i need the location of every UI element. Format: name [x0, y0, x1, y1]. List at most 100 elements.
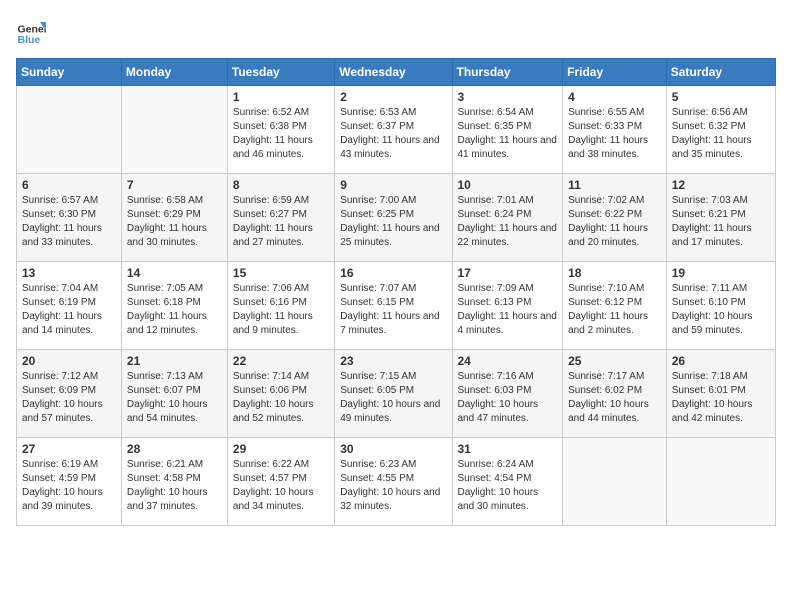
calendar-cell: 23 Sunrise: 7:15 AM Sunset: 6:05 PM Dayli…: [335, 350, 452, 438]
day-info: Sunrise: 7:18 AM Sunset: 6:01 PM Dayligh…: [672, 370, 770, 426]
day-info: Sunrise: 7:13 AM Sunset: 6:07 PM Dayligh…: [127, 370, 222, 426]
day-number: 19: [672, 266, 770, 280]
calendar-cell: 8Sunrise: 6:59 AM Sunset: 6:27 PM Daylig…: [227, 174, 334, 262]
day-number: 6: [22, 178, 116, 192]
day-number: 25: [568, 354, 661, 368]
day-header-saturday: Saturday: [666, 59, 775, 86]
day-info: Sunrise: 7:12 AM Sunset: 6:09 PM Dayligh…: [22, 370, 116, 426]
day-info: Sunrise: 6:57 AM Sunset: 6:30 PM Dayligh…: [22, 194, 116, 250]
calendar-cell: 10 Sunrise: 7:01 AM Sunset: 6:24 PM Dayli…: [452, 174, 563, 262]
day-info: Sunrise: 7:01 AM Sunset: 6:24 PM Dayligh…: [458, 194, 558, 250]
day-number: 21: [127, 354, 222, 368]
day-info: Sunrise: 7:05 AM Sunset: 6:18 PM Dayligh…: [127, 282, 222, 338]
calendar-cell: 24Sunrise: 7:16 AM Sunset: 6:03 PM Dayli…: [452, 350, 563, 438]
calendar-cell: 30 Sunrise: 6:23 AM Sunset: 4:55 PM Dayli…: [335, 438, 452, 526]
calendar-cell: [17, 86, 122, 174]
day-number: 14: [127, 266, 222, 280]
day-info: Sunrise: 6:53 AM Sunset: 6:37 PM Dayligh…: [340, 106, 446, 162]
day-number: 27: [22, 442, 116, 456]
day-header-monday: Monday: [121, 59, 227, 86]
calendar-cell: 31Sunrise: 6:24 AM Sunset: 4:54 PM Dayli…: [452, 438, 563, 526]
calendar-cell: 25Sunrise: 7:17 AM Sunset: 6:02 PM Dayli…: [563, 350, 667, 438]
day-number: 7: [127, 178, 222, 192]
calendar-cell: [666, 438, 775, 526]
week-row-4: 20 Sunrise: 7:12 AM Sunset: 6:09 PM Dayli…: [17, 350, 776, 438]
svg-text:Blue: Blue: [18, 34, 41, 46]
calendar-cell: 18 Sunrise: 7:10 AM Sunset: 6:12 PM Dayli…: [563, 262, 667, 350]
calendar-cell: 26 Sunrise: 7:18 AM Sunset: 6:01 PM Dayli…: [666, 350, 775, 438]
day-number: 12: [672, 178, 770, 192]
calendar-cell: 2 Sunrise: 6:53 AM Sunset: 6:37 PM Daylig…: [335, 86, 452, 174]
day-number: 16: [340, 266, 446, 280]
calendar-cell: 20 Sunrise: 7:12 AM Sunset: 6:09 PM Dayli…: [17, 350, 122, 438]
day-info: Sunrise: 7:10 AM Sunset: 6:12 PM Dayligh…: [568, 282, 661, 338]
day-info: Sunrise: 6:58 AM Sunset: 6:29 PM Dayligh…: [127, 194, 222, 250]
day-info: Sunrise: 7:07 AM Sunset: 6:15 PM Dayligh…: [340, 282, 446, 338]
day-info: Sunrise: 6:22 AM Sunset: 4:57 PM Dayligh…: [233, 458, 329, 514]
day-info: Sunrise: 6:56 AM Sunset: 6:32 PM Dayligh…: [672, 106, 770, 162]
calendar-cell: 16 Sunrise: 7:07 AM Sunset: 6:15 PM Dayli…: [335, 262, 452, 350]
page-header: General Blue: [16, 16, 776, 46]
day-header-wednesday: Wednesday: [335, 59, 452, 86]
calendar-cell: 27Sunrise: 6:19 AM Sunset: 4:59 PM Dayli…: [17, 438, 122, 526]
calendar-cell: 28Sunrise: 6:21 AM Sunset: 4:58 PM Dayli…: [121, 438, 227, 526]
day-number: 5: [672, 90, 770, 104]
day-info: Sunrise: 7:14 AM Sunset: 6:06 PM Dayligh…: [233, 370, 329, 426]
day-info: Sunrise: 7:15 AM Sunset: 6:05 PM Dayligh…: [340, 370, 446, 426]
calendar-cell: 12 Sunrise: 7:03 AM Sunset: 6:21 PM Dayli…: [666, 174, 775, 262]
day-info: Sunrise: 6:23 AM Sunset: 4:55 PM Dayligh…: [340, 458, 446, 514]
day-number: 23: [340, 354, 446, 368]
day-number: 17: [458, 266, 558, 280]
calendar-cell: 5 Sunrise: 6:56 AM Sunset: 6:32 PM Daylig…: [666, 86, 775, 174]
day-headers-row: SundayMondayTuesdayWednesdayThursdayFrid…: [17, 59, 776, 86]
calendar-cell: 9Sunrise: 7:00 AM Sunset: 6:25 PM Daylig…: [335, 174, 452, 262]
day-number: 22: [233, 354, 329, 368]
week-row-5: 27Sunrise: 6:19 AM Sunset: 4:59 PM Dayli…: [17, 438, 776, 526]
calendar-cell: 17Sunrise: 7:09 AM Sunset: 6:13 PM Dayli…: [452, 262, 563, 350]
day-number: 24: [458, 354, 558, 368]
day-number: 20: [22, 354, 116, 368]
day-header-sunday: Sunday: [17, 59, 122, 86]
day-info: Sunrise: 6:59 AM Sunset: 6:27 PM Dayligh…: [233, 194, 329, 250]
week-row-3: 13 Sunrise: 7:04 AM Sunset: 6:19 PM Dayli…: [17, 262, 776, 350]
day-number: 26: [672, 354, 770, 368]
day-number: 11: [568, 178, 661, 192]
day-info: Sunrise: 7:00 AM Sunset: 6:25 PM Dayligh…: [340, 194, 446, 250]
calendar-cell: 7 Sunrise: 6:58 AM Sunset: 6:29 PM Daylig…: [121, 174, 227, 262]
calendar-cell: 4Sunrise: 6:55 AM Sunset: 6:33 PM Daylig…: [563, 86, 667, 174]
day-info: Sunrise: 7:04 AM Sunset: 6:19 PM Dayligh…: [22, 282, 116, 338]
calendar-cell: [563, 438, 667, 526]
day-info: Sunrise: 7:02 AM Sunset: 6:22 PM Dayligh…: [568, 194, 661, 250]
calendar-cell: 29 Sunrise: 6:22 AM Sunset: 4:57 PM Dayli…: [227, 438, 334, 526]
calendar-cell: 22 Sunrise: 7:14 AM Sunset: 6:06 PM Dayli…: [227, 350, 334, 438]
calendar-cell: 6 Sunrise: 6:57 AM Sunset: 6:30 PM Daylig…: [17, 174, 122, 262]
day-number: 13: [22, 266, 116, 280]
calendar-cell: 11 Sunrise: 7:02 AM Sunset: 6:22 PM Dayli…: [563, 174, 667, 262]
logo: General Blue: [16, 16, 46, 46]
day-info: Sunrise: 6:52 AM Sunset: 6:38 PM Dayligh…: [233, 106, 329, 162]
calendar-cell: 1 Sunrise: 6:52 AM Sunset: 6:38 PM Daylig…: [227, 86, 334, 174]
calendar-cell: [121, 86, 227, 174]
week-row-1: 1 Sunrise: 6:52 AM Sunset: 6:38 PM Daylig…: [17, 86, 776, 174]
calendar-cell: 14 Sunrise: 7:05 AM Sunset: 6:18 PM Dayli…: [121, 262, 227, 350]
day-header-tuesday: Tuesday: [227, 59, 334, 86]
day-number: 28: [127, 442, 222, 456]
day-number: 4: [568, 90, 661, 104]
calendar-cell: 21 Sunrise: 7:13 AM Sunset: 6:07 PM Dayli…: [121, 350, 227, 438]
day-header-friday: Friday: [563, 59, 667, 86]
calendar-cell: 3Sunrise: 6:54 AM Sunset: 6:35 PM Daylig…: [452, 86, 563, 174]
day-number: 18: [568, 266, 661, 280]
day-number: 30: [340, 442, 446, 456]
day-number: 29: [233, 442, 329, 456]
calendar-cell: 15 Sunrise: 7:06 AM Sunset: 6:16 PM Dayli…: [227, 262, 334, 350]
week-row-2: 6 Sunrise: 6:57 AM Sunset: 6:30 PM Daylig…: [17, 174, 776, 262]
day-number: 10: [458, 178, 558, 192]
day-number: 2: [340, 90, 446, 104]
day-info: Sunrise: 7:06 AM Sunset: 6:16 PM Dayligh…: [233, 282, 329, 338]
day-info: Sunrise: 7:03 AM Sunset: 6:21 PM Dayligh…: [672, 194, 770, 250]
calendar-table: SundayMondayTuesdayWednesdayThursdayFrid…: [16, 58, 776, 526]
day-number: 1: [233, 90, 329, 104]
day-number: 15: [233, 266, 329, 280]
calendar-cell: 13 Sunrise: 7:04 AM Sunset: 6:19 PM Dayli…: [17, 262, 122, 350]
day-info: Sunrise: 6:54 AM Sunset: 6:35 PM Dayligh…: [458, 106, 558, 162]
